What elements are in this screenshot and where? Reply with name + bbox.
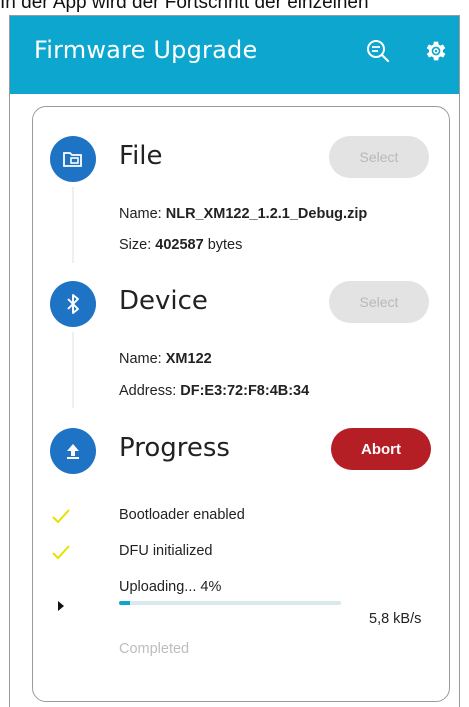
upload-progress-fill <box>119 601 131 605</box>
check-icon <box>48 540 74 564</box>
upload-progress-bar <box>119 601 341 605</box>
caption-text: In der App wird der Fortschritt der einz… <box>0 0 369 13</box>
app-bar: Firmware Upgrade <box>10 16 459 94</box>
abort-button[interactable]: Abort <box>331 428 431 470</box>
file-size-line: Size: 402587 bytes <box>119 237 243 253</box>
gear-icon[interactable] <box>421 36 451 66</box>
app-title: Firmware Upgrade <box>34 36 258 64</box>
device-name-value: XM122 <box>165 351 212 367</box>
bluetooth-icon <box>50 281 96 327</box>
device-name-line: Name: XM122 <box>119 351 212 367</box>
select-file-button[interactable]: Select <box>329 136 429 178</box>
app-window: Firmware Upgrade File Select Name: NLR_X… <box>9 15 460 707</box>
file-connector <box>72 187 74 263</box>
dfu-card: File Select Name: NLR_XM122_1.2.1_Debug.… <box>32 106 450 702</box>
search-list-icon[interactable] <box>363 36 393 66</box>
upload-icon <box>50 428 96 474</box>
upload-speed: 5,8 kB/s <box>369 611 422 627</box>
play-arrow-icon <box>48 594 74 618</box>
step-dfu-initialized: DFU initialized <box>119 543 213 559</box>
file-name-value: NLR_XM122_1.2.1_Debug.zip <box>165 206 368 222</box>
check-icon <box>48 504 74 528</box>
device-connector <box>72 332 74 408</box>
device-section-title: Device <box>119 286 208 316</box>
file-name-line: Name: NLR_XM122_1.2.1_Debug.zip <box>119 206 368 222</box>
progress-section-title: Progress <box>119 433 230 463</box>
folder-icon <box>50 136 96 182</box>
step-uploading: Uploading... 4% <box>119 579 222 595</box>
step-bootloader-enabled: Bootloader enabled <box>119 507 245 523</box>
file-section-title: File <box>119 141 163 171</box>
select-device-button[interactable]: Select <box>329 281 429 323</box>
step-completed: Completed <box>119 641 190 657</box>
file-size-value: 402587 <box>155 237 204 253</box>
device-address-line: Address: DF:E3:72:F8:4B:34 <box>119 383 310 399</box>
device-address-value: DF:E3:72:F8:4B:34 <box>180 383 310 399</box>
